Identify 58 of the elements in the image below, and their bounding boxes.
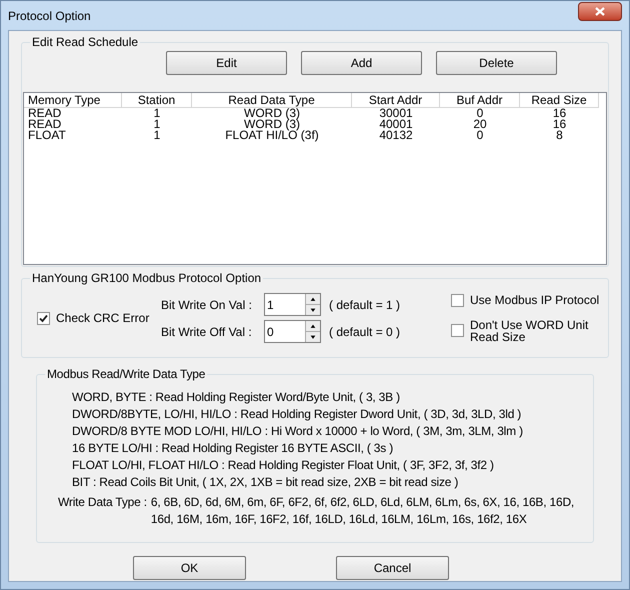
- table-cell-text: 40001: [378, 119, 414, 130]
- group-title: HanYoung GR100 Modbus Protocol Option: [30, 271, 264, 285]
- column-header[interactable]: Memory Type: [24, 93, 122, 108]
- data-type-line: DWORD/8 BYTE MOD LO/HI, HI/LO : Hi Word x 10000 + lo Word, ( 3M, 3m, 3LM, 3lm ): [71, 423, 524, 440]
- table-cell-text: WORD (3): [244, 119, 301, 130]
- field-value: 1: [266, 296, 275, 314]
- table-cell-text: 16: [552, 119, 568, 130]
- checkbox[interactable]: [37, 312, 50, 324]
- spin-field[interactable]: 1: [264, 293, 321, 316]
- default-hint: ( default = 0 ): [329, 324, 400, 340]
- write-type-label: Write Data Type :: [58, 494, 148, 511]
- data-type-line: FLOAT LO/HI, FLOAT HI/LO : Read Holding Register Float Unit, ( 3F, 3F2, 3f, 3f2 ): [71, 457, 495, 474]
- table-cell-text: 0: [476, 130, 484, 141]
- table-cell-text: 1: [152, 119, 162, 130]
- data-type-line: WORD, BYTE : Read Holding Register Word/Byte Unit, ( 3, 3B ): [71, 389, 401, 406]
- dialog-button[interactable]: OK: [133, 556, 246, 580]
- field-label: Bit Write Off Val :: [161, 324, 253, 340]
- table-cell-text: FLOAT HI/LO (3f): [224, 130, 320, 141]
- spin-field[interactable]: 0: [264, 320, 321, 343]
- table-cell-text: 0: [476, 108, 484, 119]
- column-header[interactable]: Read Data Type: [192, 93, 352, 108]
- table-cell-text: 30001: [378, 108, 414, 119]
- group-title: Modbus Read/Write Data Type: [45, 367, 208, 381]
- checkbox-label: Check CRC Error: [56, 310, 150, 327]
- table-cell-text: 1: [152, 130, 162, 141]
- checkbox-label: Use Modbus IP Protocol: [470, 294, 600, 306]
- table-cell-text: 20: [472, 119, 488, 130]
- check-icon: [39, 314, 48, 322]
- table-cell-text: 40132: [378, 130, 414, 141]
- data-type-line: 16 BYTE LO/HI : Read Holding Register 16 BYTE ASCII, ( 3s ): [71, 440, 394, 457]
- table-cell-text: READ: [27, 119, 62, 130]
- dialog-button[interactable]: Delete: [436, 51, 557, 75]
- default-hint: ( default = 1 ): [329, 296, 400, 314]
- close-button[interactable]: [578, 2, 622, 21]
- data-type-line: BIT : Read Coils Bit Unit, ( 1X, 2X, 1XB = bit read size, 2XB = bit read size ): [71, 474, 460, 491]
- table-cell-text: READ: [27, 108, 62, 119]
- column-header[interactable]: Buf Addr: [440, 93, 520, 108]
- field-label: Bit Write On Val :: [161, 296, 253, 314]
- table-cell-text: FLOAT: [27, 130, 67, 141]
- table-cell-text: WORD (3): [243, 108, 300, 119]
- table-cell-text: 1: [152, 108, 162, 119]
- write-type-list: 6, 6B, 6D, 6d, 6M, 6m, 6F, 6F2, 6f, 6f2, 6LD, 6Ld, 6LM, 6Lm, 6s, 6X, 16, 16B, 16D, 16d, 16M, 16m, 16F, 16F2, 16f, 16LD, 16Ld, 16LM, 16Lm, 16s, 16f2, 16X: [150, 494, 591, 528]
- column-header[interactable]: Station: [122, 93, 192, 108]
- close-icon: [595, 7, 605, 16]
- group-title: Edit Read Schedule: [30, 35, 140, 49]
- dialog-button[interactable]: Add: [301, 51, 422, 75]
- column-header[interactable]: Start Addr: [352, 93, 440, 108]
- checkbox[interactable]: [451, 294, 464, 306]
- data-type-line: DWORD/8BYTE, LO/HI, HI/LO : Read Holding Register Dword Unit, ( 3D, 3d, 3LD, 3ld ): [71, 406, 522, 423]
- checkbox-label: Don't Use WORD Unit Read Size: [470, 318, 590, 342]
- dialog-button[interactable]: Cancel: [336, 556, 449, 580]
- window-title: Protocol Option: [8, 8, 91, 24]
- table-cell-text: 16: [552, 108, 568, 119]
- column-header[interactable]: Read Size: [520, 93, 599, 108]
- table-cell-text: 8: [556, 130, 563, 141]
- checkbox[interactable]: [451, 324, 464, 337]
- dialog-button[interactable]: Edit: [166, 51, 287, 75]
- field-value: 0: [266, 324, 275, 340]
